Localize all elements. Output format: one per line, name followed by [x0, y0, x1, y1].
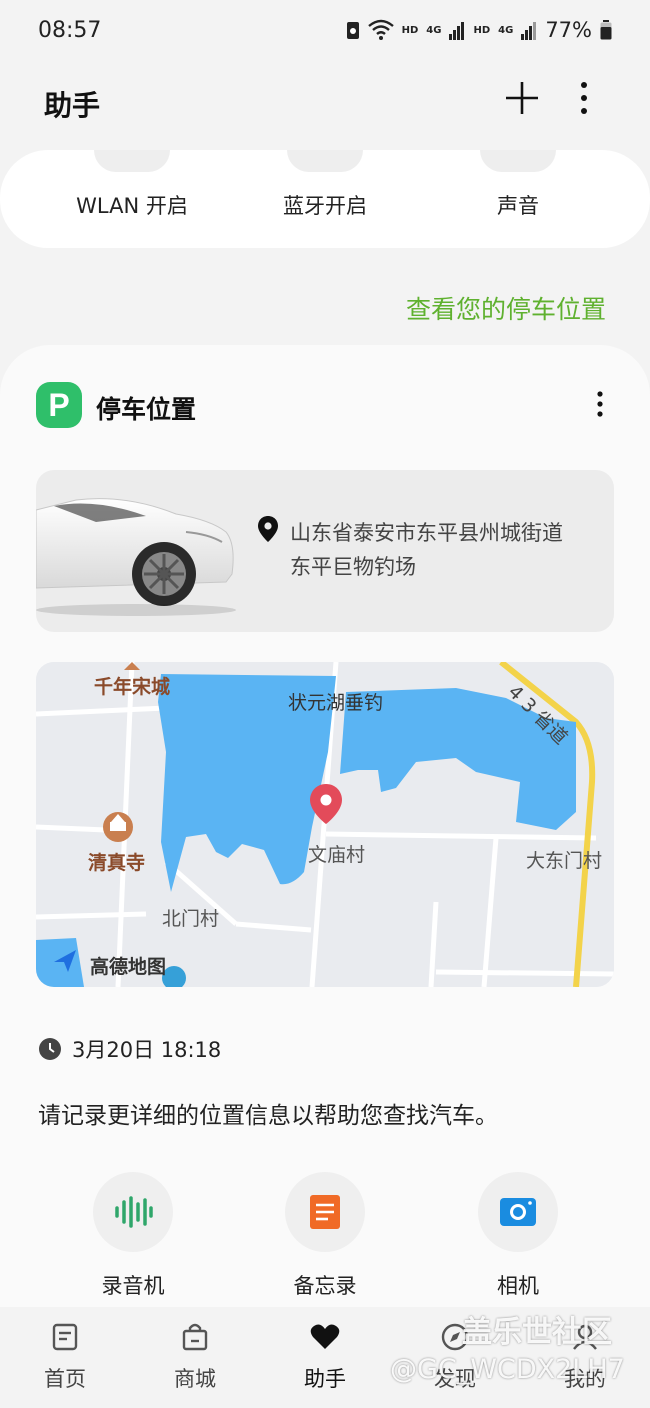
- watermark-community: 盖乐世社区: [462, 1315, 612, 1350]
- memo-icon: [310, 1195, 340, 1229]
- map-label-wenmiao: 文庙村: [308, 844, 366, 866]
- parking-map[interactable]: 千年宋城 状元湖垂钓 4 3 省道 清真寺 文庙村 大东门村 北门村 高德地图: [36, 662, 614, 987]
- card-more-button[interactable]: [586, 390, 614, 418]
- clock-icon: [39, 1038, 61, 1060]
- battery-icon: [600, 20, 612, 40]
- watermark-user: @GC_WCDX2LH7: [390, 1354, 625, 1385]
- nav-label-store: 商城: [174, 1367, 216, 1391]
- memo-button[interactable]: [285, 1172, 365, 1252]
- map-label-qiannian: 千年宋城: [94, 676, 171, 698]
- signal-icon-2: [521, 22, 537, 40]
- map-brand-label: 高德地图: [90, 956, 167, 978]
- quick-setting-wlan[interactable]: WLAN 开启: [32, 190, 232, 220]
- camera-icon: [500, 1198, 536, 1226]
- nav-label-assistant: 助手: [304, 1367, 346, 1391]
- memo-label: 备忘录: [293, 1274, 357, 1298]
- recorder-label: 录音机: [101, 1274, 165, 1298]
- network-badge-1: 4G: [426, 24, 442, 36]
- map-label-beimen: 北门村: [162, 908, 220, 930]
- status-bar: 08:57 HD 4G HD 4G 77%: [0, 0, 650, 64]
- quick-setting-icon-edge: [287, 150, 363, 172]
- network-badge-2: 4G: [498, 24, 514, 36]
- status-time: 08:57: [38, 18, 102, 43]
- shopping-bag-icon: [182, 1323, 208, 1351]
- page-title: 助手: [44, 89, 101, 122]
- nav-item-store[interactable]: 商城: [145, 1321, 245, 1393]
- quick-setting-sound[interactable]: 声音: [418, 190, 618, 220]
- parking-time-row: 3月20日 18:18: [38, 1034, 221, 1064]
- quick-setting-bluetooth[interactable]: 蓝牙开启: [225, 190, 425, 220]
- parking-time: 3月20日 18:18: [72, 1038, 222, 1062]
- parking-icon: P: [36, 382, 82, 428]
- home-icon: [52, 1323, 78, 1351]
- quick-setting-icon-edge: [94, 150, 170, 172]
- nav-item-home[interactable]: 首页: [15, 1321, 115, 1393]
- nav-item-assistant[interactable]: 助手: [275, 1321, 375, 1393]
- data-saver-icon: [346, 22, 359, 39]
- location-pin-icon: [258, 516, 278, 542]
- app-header: 助手: [0, 70, 650, 134]
- more-options-button[interactable]: [570, 78, 598, 118]
- view-parking-link[interactable]: 查看您的停车位置: [406, 290, 606, 326]
- map-label-zhuangyuan: 状元湖垂钓: [288, 692, 384, 714]
- signal-icon-1: [449, 22, 465, 40]
- address-line-1: 山东省泰安市东平县州城街道: [290, 521, 563, 545]
- card-title: 停车位置: [96, 395, 197, 424]
- add-button[interactable]: [502, 78, 542, 118]
- map-label-qingzhensi: 清真寺: [88, 852, 146, 874]
- car-image: [36, 498, 236, 616]
- waveform-icon: [115, 1196, 153, 1228]
- address-line-2: 东平巨物钓场: [290, 555, 416, 579]
- map-label-dadongmen: 大东门村: [526, 850, 603, 872]
- hd-badge-1: HD: [401, 24, 419, 36]
- camera-button[interactable]: [478, 1172, 558, 1252]
- recorder-button[interactable]: [93, 1172, 173, 1252]
- quick-setting-icon-edge: [480, 150, 556, 172]
- parking-address: 山东省泰安市东平县州城街道 东平巨物钓场: [290, 516, 600, 584]
- wifi-icon: [367, 19, 394, 40]
- hd-badge-2: HD: [473, 24, 491, 36]
- status-icons: HD 4G HD 4G 77%: [346, 18, 612, 42]
- nav-label-home: 首页: [44, 1367, 86, 1391]
- hint-text: 请记录更详细的位置信息以帮助您查找汽车。: [38, 1103, 498, 1129]
- battery-percent: 77%: [545, 18, 592, 42]
- heart-icon: [310, 1324, 340, 1349]
- camera-label: 相机: [497, 1274, 539, 1298]
